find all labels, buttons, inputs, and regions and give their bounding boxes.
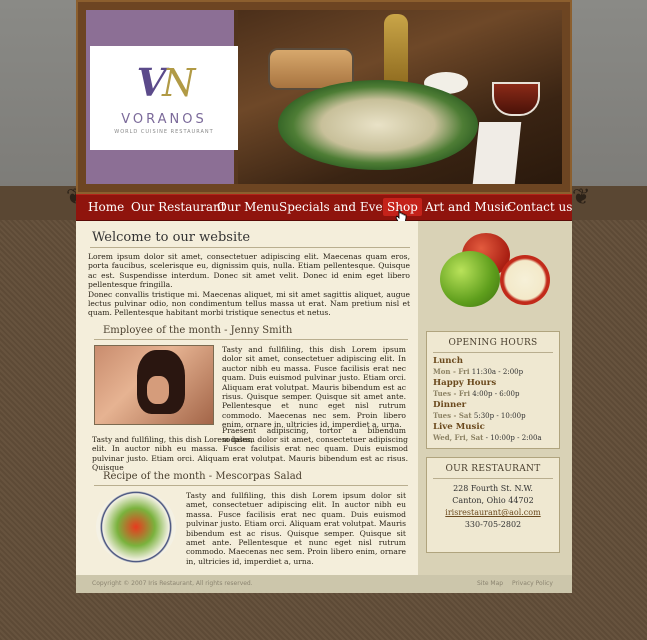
main-column: Welcome to our website Lorem ipsum dolor…	[86, 221, 414, 575]
header-frame: VN VORANOS WORLD CUISINE RESTAURANT	[86, 10, 562, 184]
nav-our-restaurant[interactable]: Our Restaurant	[131, 200, 226, 214]
nav-home[interactable]: Home	[88, 200, 124, 214]
logo-panel: VN VORANOS WORLD CUISINE RESTAURANT	[86, 10, 238, 184]
privacy-policy-link[interactable]: Privacy Policy	[512, 580, 553, 587]
logo-name: VORANOS	[121, 112, 207, 127]
left-ornament-icon: ❦	[66, 176, 84, 220]
hours-row: Tues - Sat 5:30p - 10:00p	[433, 411, 526, 420]
recipe-heading: Recipe of the month - Mescorpas Salad	[103, 471, 303, 482]
hours-label: Happy Hours	[433, 378, 497, 388]
nav-contact-us[interactable]: Contact us	[507, 200, 572, 214]
email-link[interactable]: irisrestaurant@aol.com	[427, 508, 559, 517]
logo-monogram: VN	[136, 60, 196, 105]
hours-row: Mon - Fri 11:30a - 2:00p	[433, 367, 524, 376]
green-apple-image	[440, 251, 500, 307]
divider	[94, 485, 408, 486]
welcome-heading: Welcome to our website	[92, 230, 251, 245]
divider	[433, 478, 553, 479]
logo[interactable]: VN VORANOS WORLD CUISINE RESTAURANT	[90, 46, 238, 150]
sitemap-link[interactable]: Site Map	[477, 580, 503, 587]
divider	[90, 247, 410, 248]
nav-art-music[interactable]: Art and Music	[425, 200, 511, 214]
footer: Copyright © 2007 Iris Restaurant, All ri…	[76, 575, 572, 593]
employee-photo-face	[147, 376, 169, 404]
nav-our-menu[interactable]: Our Menu	[217, 200, 279, 214]
welcome-text: Lorem ipsum dolor sit amet, consectetuer…	[88, 252, 410, 318]
divider	[433, 352, 553, 353]
address-line-2: Canton, Ohio 44702	[452, 496, 534, 505]
welcome-paragraph-1: Lorem ipsum dolor sit amet, consectetuer…	[88, 252, 410, 290]
site-header: VN VORANOS WORLD CUISINE RESTAURANT	[76, 0, 572, 194]
salad-photo	[96, 491, 176, 563]
opening-hours-title: OPENING HOURS	[448, 338, 538, 348]
appetizer-plate-image	[278, 80, 478, 170]
hours-row: Wed, Fri, Sat - 10:00p - 2:00a	[433, 433, 542, 442]
employee-heading: Employee of the month - Jenny Smith	[103, 325, 293, 336]
divider	[94, 339, 408, 340]
phone-number: 330-705-2802	[464, 520, 522, 529]
employee-text: Tasty and fullfiling, this dish Lorem ip…	[222, 345, 406, 430]
our-restaurant-box: OUR RESTAURANT 228 Fourth St. N.W. Canto…	[426, 457, 560, 553]
apple-half-image	[500, 255, 550, 305]
hours-row: Tues - Fri 4:00p - 6:00p	[433, 389, 520, 398]
header-food-photo	[238, 10, 562, 184]
welcome-paragraph-2: Donec convallis tristique mi. Maecenas a…	[88, 289, 410, 318]
tea-cup-image	[492, 82, 540, 116]
hours-label: Live Music	[433, 422, 485, 432]
logo-tagline: WORLD CUISINE RESTAURANT	[114, 129, 214, 135]
our-restaurant-title: OUR RESTAURANT	[445, 464, 541, 474]
napkin-image	[472, 122, 522, 184]
recipe-text: Tasty and fullfiling, this dish Lorem ip…	[186, 491, 406, 566]
right-ornament-icon: ❦	[572, 185, 591, 210]
hours-label: Dinner	[433, 400, 467, 410]
employee-text-wrap: Tasty and fullfiling, this dish Lorem ip…	[92, 435, 408, 473]
oil-bottle-image	[384, 14, 408, 86]
employee-photo	[94, 345, 214, 425]
copyright-text: Copyright © 2007 Iris Restaurant, All ri…	[92, 580, 253, 587]
hours-label: Lunch	[433, 356, 464, 366]
opening-hours-box: OPENING HOURS Lunch Mon - Fri 11:30a - 2…	[426, 331, 560, 449]
sidebar: OPENING HOURS Lunch Mon - Fri 11:30a - 2…	[418, 221, 572, 575]
main-navigation: Home Our Restaurant Our Menu Specials an…	[76, 194, 572, 221]
address-line-1: 228 Fourth St. N.W.	[453, 484, 533, 493]
